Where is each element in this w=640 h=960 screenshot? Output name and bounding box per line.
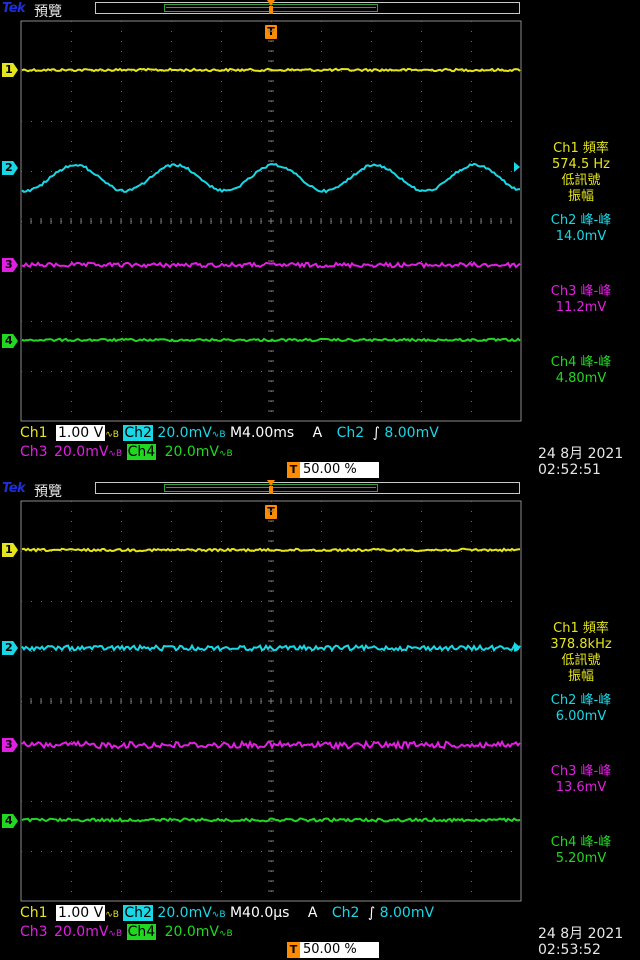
trigger-level-icon bbox=[514, 162, 520, 172]
channel-4-marker[interactable]: 4 bbox=[2, 814, 18, 828]
ch4-setting[interactable]: Ch4 bbox=[126, 444, 157, 460]
trigger-position-icon-t: T bbox=[287, 942, 300, 958]
ch3-coupling-icon: ∿B bbox=[108, 449, 123, 459]
acquisition-mode: 預覽 bbox=[34, 484, 62, 500]
ch3-pkpk-label: Ch3 峰-峰 bbox=[550, 764, 612, 779]
ch1-frequency-value: 574.5 Hz bbox=[552, 157, 610, 172]
ch3-setting[interactable]: Ch3 bbox=[20, 924, 48, 940]
settings-row-2: Ch3 20.0mV∿B Ch4 20.0mV∿B bbox=[20, 444, 233, 462]
trigger-position: 50.00 % bbox=[303, 462, 357, 477]
ch2-pkpk-label: Ch2 峰-峰 bbox=[550, 693, 612, 708]
trigger-mode: A bbox=[307, 905, 318, 921]
trigger-position-icon bbox=[267, 0, 275, 14]
channel-4-marker[interactable]: 4 bbox=[2, 334, 18, 348]
channel-2-marker[interactable]: 2 bbox=[2, 641, 18, 655]
ch2-pkpk-label: Ch2 峰-峰 bbox=[550, 213, 612, 228]
ch1-amplitude-note: 振幅 bbox=[567, 669, 594, 684]
ch1-low-signal-note: 低訊號 bbox=[561, 653, 601, 668]
trace-ch1 bbox=[21, 547, 521, 553]
ch4-setting[interactable]: Ch4 bbox=[126, 924, 157, 940]
ch1-low-signal-note: 低訊號 bbox=[561, 173, 601, 188]
graticule bbox=[20, 20, 522, 422]
ch1-scale[interactable]: 1.00 V bbox=[56, 425, 106, 441]
graticule bbox=[20, 500, 522, 902]
settings-row-2: Ch3 20.0mV∿B Ch4 20.0mV∿B bbox=[20, 924, 233, 942]
ch1-coupling-icon: ∿B bbox=[105, 910, 119, 920]
ch2-coupling-icon: ∿B bbox=[211, 430, 226, 440]
ch4-scale[interactable]: 20.0mV bbox=[165, 444, 219, 460]
scope-screen-1: Tek 預覽 T 1 2 3 4 Ch1 頻率 574.5 Hz 低訊號 振幅 … bbox=[0, 0, 640, 480]
trigger-position-box[interactable]: T 50.00 % bbox=[287, 462, 379, 478]
ch3-pkpk-label: Ch3 峰-峰 bbox=[550, 284, 612, 299]
ch2-scale[interactable]: 20.0mV bbox=[157, 425, 211, 441]
ch1-scale[interactable]: 1.00 V bbox=[56, 905, 106, 921]
ch3-setting[interactable]: Ch3 bbox=[20, 444, 48, 460]
trace-ch2 bbox=[21, 643, 521, 653]
ch1-amplitude-note: 振幅 bbox=[567, 189, 594, 204]
trigger-slope-icon: ∫ bbox=[367, 905, 376, 921]
channel-3-marker[interactable]: 3 bbox=[2, 738, 18, 752]
ch1-setting[interactable]: Ch1 bbox=[20, 425, 48, 441]
scope-screen-2: Tek 預覽 T 1 2 3 4 Ch1 頻率 378.8kHz 低訊號 振幅 … bbox=[0, 480, 640, 960]
acquisition-mode: 預覽 bbox=[34, 4, 62, 20]
timebase[interactable]: M4.00ms bbox=[230, 425, 294, 441]
ch1-frequency-label: Ch1 頻率 bbox=[553, 141, 609, 156]
status-bar: Tek 預覽 bbox=[0, 480, 640, 500]
ch4-coupling-icon: ∿B bbox=[218, 449, 233, 459]
ch4-scale[interactable]: 20.0mV bbox=[165, 924, 219, 940]
ch3-pkpk-value: 13.6mV bbox=[555, 780, 607, 795]
ch3-scale[interactable]: 20.0mV bbox=[54, 924, 108, 940]
brand-logo: Tek bbox=[2, 481, 26, 496]
time: 02:53:52 bbox=[538, 942, 601, 958]
trigger-source[interactable]: Ch2 bbox=[332, 905, 360, 921]
trigger-position-icon-t: T bbox=[287, 462, 300, 478]
ch3-scale[interactable]: 20.0mV bbox=[54, 444, 108, 460]
trigger-level[interactable]: 8.00mV bbox=[380, 905, 434, 921]
channel-2-marker[interactable]: 2 bbox=[2, 161, 18, 175]
grid-lines bbox=[20, 20, 522, 422]
ch4-pkpk-label: Ch4 峰-峰 bbox=[550, 355, 612, 370]
ch4-pkpk-value: 5.20mV bbox=[555, 851, 607, 866]
ch4-pkpk-label: Ch4 峰-峰 bbox=[550, 835, 612, 850]
channel-1-marker[interactable]: 1 bbox=[2, 543, 18, 557]
trigger-position-box[interactable]: T 50.00 % bbox=[287, 942, 379, 958]
trigger-position-icon bbox=[267, 480, 275, 494]
channel-1-marker[interactable]: 1 bbox=[2, 63, 18, 77]
ch3-pkpk-value: 11.2mV bbox=[555, 300, 607, 315]
trace-ch3 bbox=[21, 739, 521, 751]
trigger-slope-icon: ∫ bbox=[372, 425, 380, 441]
ch1-coupling-icon: ∿B bbox=[105, 430, 119, 440]
timebase[interactable]: M40.0µs bbox=[230, 905, 289, 921]
ch4-coupling-icon: ∿B bbox=[218, 929, 233, 939]
settings-row-1: Ch1 1.00 V ∿B Ch2 20.0mV∿B M4.00ms A Ch2 … bbox=[20, 425, 439, 443]
channel-3-marker[interactable]: 3 bbox=[2, 258, 18, 272]
grid-lines bbox=[20, 500, 522, 902]
ch1-frequency-label: Ch1 頻率 bbox=[553, 621, 609, 636]
ch2-coupling-icon: ∿B bbox=[211, 910, 226, 920]
trace-ch2 bbox=[21, 162, 520, 194]
ch2-pkpk-value: 14.0mV bbox=[555, 229, 607, 244]
time: 02:52:51 bbox=[538, 462, 601, 478]
ch2-setting[interactable]: Ch2 bbox=[123, 425, 153, 441]
ch1-frequency-value: 378.8kHz bbox=[550, 637, 612, 652]
trigger-source[interactable]: Ch2 bbox=[337, 425, 365, 441]
trigger-position: 50.00 % bbox=[303, 942, 357, 957]
trace-ch3 bbox=[21, 261, 521, 270]
status-bar: Tek 預覽 bbox=[0, 0, 640, 20]
date: 24 8月 2021 bbox=[538, 446, 624, 462]
ch1-setting[interactable]: Ch1 bbox=[20, 905, 48, 921]
ch2-pkpk-value: 6.00mV bbox=[555, 709, 607, 724]
trigger-mode: A bbox=[312, 425, 323, 441]
date: 24 8月 2021 bbox=[538, 926, 624, 942]
brand-logo: Tek bbox=[2, 1, 26, 16]
ch2-setting[interactable]: Ch2 bbox=[123, 905, 153, 921]
trace-ch4 bbox=[21, 337, 521, 343]
trigger-level[interactable]: 8.00mV bbox=[384, 425, 438, 441]
ch3-coupling-icon: ∿B bbox=[108, 929, 123, 939]
settings-row-1: Ch1 1.00 V ∿B Ch2 20.0mV∿B M40.0µs A Ch2 … bbox=[20, 905, 434, 923]
ch4-pkpk-value: 4.80mV bbox=[555, 371, 607, 386]
ch2-scale[interactable]: 20.0mV bbox=[157, 905, 211, 921]
